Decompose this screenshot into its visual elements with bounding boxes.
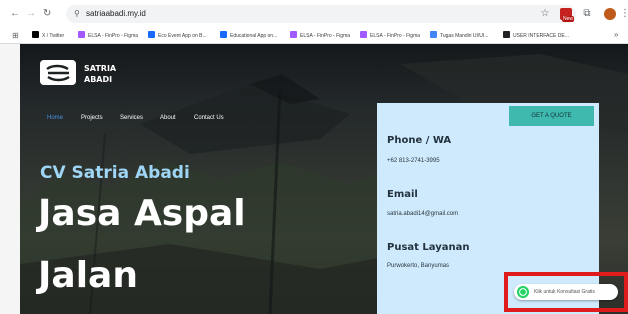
bookmark-item[interactable]: ELSA - FinPro - Figma	[78, 31, 138, 41]
bookmark-favicon	[503, 31, 510, 38]
bookmark-label: Tugas Mandiri UI/UI...	[440, 33, 489, 39]
nav-home[interactable]: Home	[47, 114, 63, 123]
bookmarks-overflow-icon[interactable]: »	[614, 30, 618, 40]
whatsapp-icon	[517, 286, 529, 298]
nav-about[interactable]: About	[160, 114, 176, 123]
bookmark-favicon	[290, 31, 297, 38]
bookmarks-bar: ⊞ X / Twitter ELSA - FinPro - Figma Eco …	[0, 28, 628, 44]
phone-value[interactable]: +62 813-2741-3995	[387, 157, 440, 166]
bookmark-favicon	[360, 31, 367, 38]
nav-projects[interactable]: Projects	[81, 114, 103, 123]
email-heading: Email	[387, 189, 418, 200]
extension-badge: New	[561, 16, 574, 22]
whatsapp-consult-button[interactable]: Klik untuk Konsultasi Gratis	[514, 284, 618, 300]
logo-line1: SATRIA	[84, 64, 117, 73]
back-icon[interactable]: ←	[10, 9, 20, 19]
nav-contact-us[interactable]: Contact Us	[194, 114, 224, 123]
logo-text: SATRIA ABADI	[84, 63, 144, 85]
bookmark-item[interactable]: Educational App on...	[220, 31, 277, 41]
email-value[interactable]: satria.abadi14@gmail.com	[387, 210, 458, 219]
apps-grid-icon[interactable]: ⊞	[12, 31, 19, 41]
location-value: Purwokerto, Banyumas	[387, 263, 450, 269]
bookmark-favicon	[148, 31, 155, 38]
whatsapp-label: Klik untuk Konsultasi Gratis	[534, 289, 595, 295]
bookmark-label: ELSA - FinPro - Figma	[88, 33, 139, 39]
location-heading: Pusat Layanan	[387, 242, 470, 253]
bookmark-item[interactable]: Eco Event App on B...	[148, 31, 207, 41]
logo-line2: ABADI	[84, 75, 113, 84]
bookmark-favicon	[430, 31, 437, 38]
bookmark-item[interactable]: ELSA - FinPro - Figma	[290, 31, 350, 41]
bookmark-label: USER INTERFACE DE...	[513, 33, 569, 39]
extensions-puzzle-icon[interactable]: ⧉	[580, 7, 594, 21]
bookmark-label: X / Twitter	[42, 33, 65, 39]
address-bar[interactable]: ⚲ satriaabadi.my.id	[66, 5, 576, 23]
forward-icon[interactable]: →	[26, 9, 36, 19]
hero-headline-line1: Jasa Aspal	[38, 193, 246, 234]
get-a-quote-button[interactable]: GET A QUOTE	[509, 106, 594, 126]
phone-heading: Phone / WA	[387, 135, 452, 146]
site-info-icon[interactable]: ⚲	[74, 9, 80, 19]
site-logo[interactable]: SATRIA ABADI	[40, 60, 120, 88]
menu-kebab-icon[interactable]: ⋮	[620, 7, 628, 21]
bookmark-favicon	[220, 31, 227, 38]
bookmark-item[interactable]: X / Twitter	[32, 31, 64, 41]
reload-icon[interactable]: ↻	[43, 9, 51, 19]
bookmark-item[interactable]: USER INTERFACE DE...	[503, 31, 569, 41]
company-name: CV Satria Abadi	[40, 163, 190, 183]
nav-services[interactable]: Services	[120, 114, 143, 123]
hero-headline-line2: Jalan	[38, 255, 138, 296]
star-icon[interactable]: ☆	[538, 7, 552, 21]
bookmark-label: Educational App on...	[230, 33, 278, 39]
bookmark-favicon	[32, 31, 39, 38]
profile-icon[interactable]	[604, 8, 616, 20]
bookmark-label: ELSA - FinPro - Figma	[300, 33, 351, 39]
page-viewport: SATRIA ABADI Home Projects Services Abou…	[0, 44, 628, 314]
bookmark-label: ELSA - FinPro - Figma	[370, 33, 421, 39]
browser-toolbar: ← → ↻ ⚲ satriaabadi.my.id ☆ New ⧉ ⋮	[0, 0, 628, 28]
bookmark-favicon	[78, 31, 85, 38]
url-text[interactable]: satriaabadi.my.id	[86, 9, 146, 19]
bookmark-item[interactable]: Tugas Mandiri UI/UI...	[430, 31, 488, 41]
bookmark-label: Eco Event App on B...	[158, 33, 207, 39]
extension-icon[interactable]: New	[560, 8, 574, 22]
bookmark-item[interactable]: ELSA - FinPro - Figma	[360, 31, 420, 41]
logo-mark-icon	[40, 60, 76, 85]
